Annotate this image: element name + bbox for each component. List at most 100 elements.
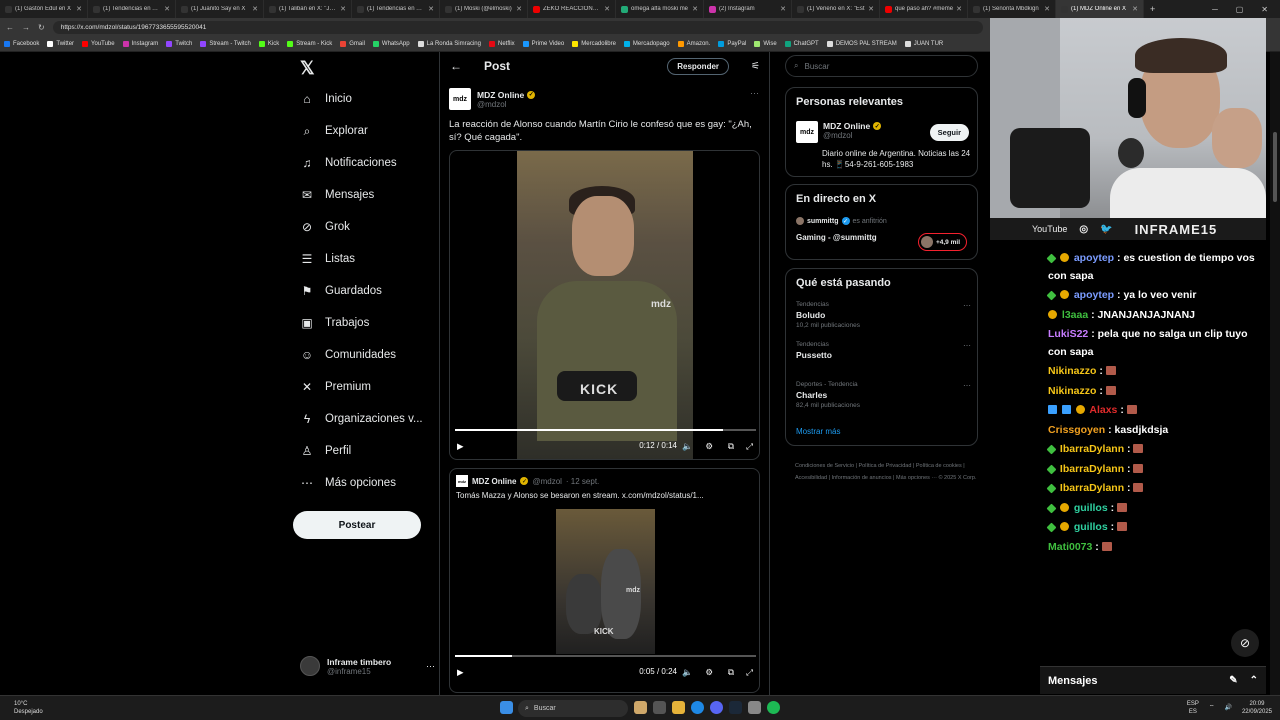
browser-tab[interactable]: (1) Taliban en X: "JAJA ✕ <box>264 0 352 18</box>
spotify-icon[interactable] <box>767 701 780 714</box>
tab-close-icon[interactable]: ✕ <box>868 5 874 13</box>
browser-tab[interactable]: (1) Tendencias en Arg ✕ <box>88 0 176 18</box>
chat-username[interactable]: IbarraDylann <box>1060 482 1124 494</box>
show-more-link[interactable]: Mostrar más <box>796 427 840 436</box>
tab-close-icon[interactable]: ✕ <box>692 5 698 13</box>
taskbar-app-icon[interactable] <box>748 701 761 714</box>
chat-username[interactable]: apoytep <box>1074 289 1114 301</box>
browser-tab[interactable]: (1) Señorita Mbdkign ✕ <box>968 0 1056 18</box>
chat-username[interactable]: guillos <box>1074 521 1108 533</box>
speaker-icon[interactable]: 🔊 <box>1224 704 1231 712</box>
bookmark-item[interactable]: Mercadopago <box>623 40 670 47</box>
chat-username[interactable]: guillos <box>1074 502 1108 514</box>
bookmark-item[interactable]: Gmail <box>340 40 365 47</box>
more-icon[interactable]: ⋯ <box>426 661 435 672</box>
post-author[interactable]: mdz MDZ Online ✓ @mdzol <box>449 88 536 110</box>
clock[interactable]: 20:09 22/09/2025 <box>1242 700 1272 716</box>
tab-close-icon[interactable]: ✕ <box>780 5 786 13</box>
task-view-icon[interactable] <box>653 701 666 714</box>
start-windows-icon[interactable] <box>500 701 513 714</box>
scrollbar-thumb[interactable] <box>1273 132 1277 202</box>
nav-item-grok[interactable]: ⊘ Grok <box>300 220 350 234</box>
bookmark-item[interactable]: PayPal <box>718 40 746 47</box>
chat-username[interactable]: l3aaa <box>1062 309 1088 321</box>
nav-item-explore[interactable]: ⌕ Explorar <box>300 124 368 138</box>
bookmark-item[interactable]: Stream - Kick <box>287 40 332 47</box>
post-more-icon[interactable]: ⋯ <box>750 88 759 99</box>
post-button[interactable]: Postear <box>293 511 421 539</box>
file-explorer-icon[interactable] <box>672 701 685 714</box>
tab-close-icon[interactable]: ✕ <box>76 5 82 13</box>
trend-more-icon[interactable]: ⋯ <box>963 381 971 390</box>
video-progress-bar[interactable] <box>455 429 756 431</box>
nav-item-home[interactable]: ⌂ Inicio <box>300 92 351 106</box>
relevant-name[interactable]: MDZ Online <box>823 121 870 131</box>
nav-item-lists[interactable]: ☰ Listas <box>300 252 355 266</box>
browser-tab[interactable]: (1) Veneno en X: "Est ✕ <box>792 0 880 18</box>
video-player[interactable]: KICK mdz ▶ 0:12 / 0:14 🔈 ⚙ ⧉ ⤢ <box>449 150 760 460</box>
tab-close-icon[interactable]: ✕ <box>428 5 434 13</box>
browser-tab[interactable]: omega alfa moski me ✕ <box>616 0 704 18</box>
settings-gear-icon[interactable]: ⚙ <box>705 667 713 678</box>
bookmark-item[interactable]: WhatsApp <box>372 40 410 47</box>
live-host[interactable]: summittg ✓ es anfitrión <box>796 217 887 225</box>
taskbar-start[interactable] <box>500 701 513 714</box>
live-stream-title[interactable]: Gaming - @summittg <box>796 233 877 242</box>
taskbar-search[interactable]: ⌕ Buscar <box>518 700 628 717</box>
quoted-post[interactable]: mdz MDZ Online ✓ @mdzol · 12 sept. Tomás… <box>449 468 760 693</box>
bookmark-item[interactable]: La Ronda Simracing <box>417 40 481 47</box>
close-window-icon[interactable]: ✕ <box>1261 5 1268 14</box>
widgets-app-icon[interactable] <box>634 701 647 714</box>
steam-icon[interactable] <box>729 701 742 714</box>
account-switcher[interactable]: Inframe timbero @inframe15 ⋯ <box>300 656 435 676</box>
search-input[interactable]: ⌕ Buscar <box>785 55 978 77</box>
bookmark-item[interactable]: Twitch <box>166 40 192 47</box>
chat-username[interactable]: Alaxs <box>1089 404 1117 416</box>
chat-username[interactable]: IbarraDylann <box>1060 463 1124 475</box>
fullscreen-icon[interactable]: ⤢ <box>746 667 753 678</box>
reload-icon[interactable]: ↻ <box>38 23 45 32</box>
compose-icon[interactable]: ✎ <box>1229 675 1237 686</box>
bookmark-item[interactable]: Stream - Twitch <box>200 40 251 47</box>
browser-tab[interactable]: (2) Instagram ✕ <box>704 0 792 18</box>
bookmark-item[interactable]: Mercadolibre <box>572 40 616 47</box>
tab-close-icon[interactable]: ✕ <box>340 5 346 13</box>
reply-button[interactable]: Responder <box>667 57 730 75</box>
edge-browser-icon[interactable] <box>691 701 704 714</box>
bookmark-item[interactable]: Prime Video <box>522 40 564 47</box>
live-listeners-badge[interactable]: +4,9 mil <box>917 233 967 251</box>
nav-item-organizations[interactable]: ϟ Organizaciones v... <box>300 412 423 426</box>
bookmark-item[interactable]: Netflix <box>488 40 515 47</box>
bookmark-item[interactable]: YouTube <box>82 40 115 47</box>
page-scrollbar[interactable] <box>1270 52 1280 695</box>
browser-tab[interactable]: (1) Moski (@elmoski) ✕ <box>440 0 528 18</box>
play-icon[interactable]: ▶ <box>457 441 464 452</box>
chat-username[interactable]: Nikinazzo <box>1048 365 1096 377</box>
trend-item[interactable]: Tendencias Boludo 10,2 mil publicaciones ⋯ <box>796 301 971 329</box>
back-nav-icon[interactable]: ← <box>6 23 14 32</box>
bookmark-item[interactable]: Instagram <box>122 40 158 47</box>
tab-close-icon[interactable]: ✕ <box>516 5 522 13</box>
browser-tab[interactable]: (1) Tendencias en Arg ✕ <box>352 0 440 18</box>
wifi-icon[interactable]: ⌔ <box>1209 704 1215 712</box>
nav-item-communities[interactable]: ☺ Comunidades <box>300 348 396 362</box>
relevant-avatar[interactable]: mdz <box>796 121 818 143</box>
window-controls[interactable]: ─ ▢ ✕ <box>1212 5 1280 14</box>
chat-toggle-icon[interactable]: ⊘ <box>1231 629 1259 657</box>
bookmark-item[interactable]: Twitter <box>47 40 74 47</box>
chat-username[interactable]: Nikinazzo <box>1048 385 1096 397</box>
chat-username[interactable]: LukiS22 <box>1048 328 1088 340</box>
nav-item-notifications[interactable]: ♫ Notificaciones <box>300 156 397 170</box>
footer-links[interactable]: Condiciones de Servicio | Política de Pr… <box>795 460 985 484</box>
x-logo-icon[interactable]: 𝕏 <box>300 58 315 79</box>
author-avatar[interactable]: mdz <box>449 88 471 110</box>
fullscreen-icon[interactable]: ⤢ <box>746 441 753 452</box>
tab-close-icon[interactable]: ✕ <box>252 5 258 13</box>
discord-icon[interactable] <box>710 701 723 714</box>
play-icon[interactable]: ▶ <box>457 667 464 678</box>
quote-progress-bar[interactable] <box>455 655 756 657</box>
follow-button[interactable]: Seguir <box>929 124 969 141</box>
settings-gear-icon[interactable]: ⚙ <box>705 441 713 452</box>
back-arrow-icon[interactable]: ← <box>450 59 462 73</box>
browser-tab[interactable]: (1) Gastón Edul en X ✕ <box>0 0 88 18</box>
